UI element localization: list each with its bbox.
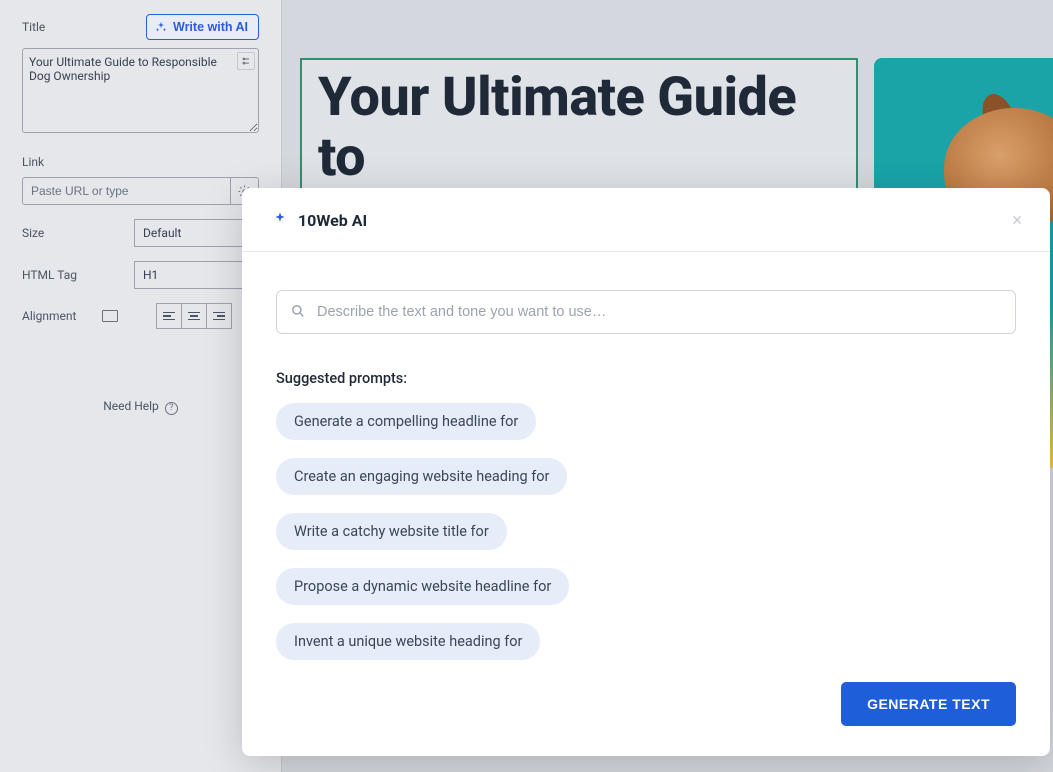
heading-widget[interactable]: Your Ultimate Guide to [300, 58, 858, 199]
search-icon [291, 303, 305, 322]
need-help-label: Need Help [103, 399, 159, 413]
device-desktop-icon[interactable] [102, 310, 118, 322]
suggested-prompt[interactable]: Create an engaging website heading for [276, 458, 567, 495]
suggested-prompts-label: Suggested prompts: [276, 370, 1016, 387]
dynamic-tags-icon[interactable] [237, 52, 255, 70]
size-label: Size [22, 226, 134, 240]
title-row: Title Write with AI [0, 0, 281, 48]
modal-title: 10Web AI [298, 211, 367, 230]
modal-body: Suggested prompts: Generate a compelling… [242, 252, 1050, 756]
modal-header: 10Web AI × [242, 188, 1050, 252]
write-with-ai-button[interactable]: Write with AI [146, 14, 259, 40]
title-textarea-wrap [22, 48, 259, 137]
suggested-prompt[interactable]: Propose a dynamic website headline for [276, 568, 569, 605]
align-left-button[interactable] [156, 303, 182, 329]
heading-text: Your Ultimate Guide to [318, 68, 840, 189]
alignment-label: Alignment [22, 309, 102, 323]
align-right-button[interactable] [206, 303, 232, 329]
suggested-prompt[interactable]: Write a catchy website title for [276, 513, 507, 550]
suggested-prompts-list: Generate a compelling headline for Creat… [276, 403, 1016, 660]
align-center-button[interactable] [181, 303, 207, 329]
sparkle-icon [155, 21, 167, 33]
suggested-prompt[interactable]: Generate a compelling headline for [276, 403, 536, 440]
prompt-input-wrap [276, 290, 1016, 334]
title-label: Title [22, 20, 45, 34]
write-with-ai-label: Write with AI [173, 20, 248, 34]
suggested-prompt[interactable]: Invent a unique website heading for [276, 623, 540, 660]
title-textarea[interactable] [22, 48, 259, 133]
editor-sidebar: Title Write with AI Link Size Default HT… [0, 0, 282, 772]
html-tag-label: HTML Tag [22, 268, 134, 282]
link-row: Link [22, 155, 259, 205]
ai-modal: 10Web AI × Suggested prompts: Generate a… [242, 188, 1050, 756]
help-icon: ? [165, 402, 178, 415]
need-help[interactable]: Need Help ? [0, 399, 281, 415]
sparkle-icon [272, 211, 288, 231]
link-input[interactable] [22, 177, 231, 205]
link-label: Link [22, 155, 259, 169]
close-icon[interactable]: × [1008, 206, 1026, 235]
generate-text-button[interactable]: GENERATE TEXT [841, 682, 1016, 726]
alignment-buttons [156, 303, 232, 329]
prompt-input[interactable] [317, 304, 1001, 320]
modal-footer: GENERATE TEXT [841, 682, 1016, 726]
link-input-group [22, 177, 259, 205]
